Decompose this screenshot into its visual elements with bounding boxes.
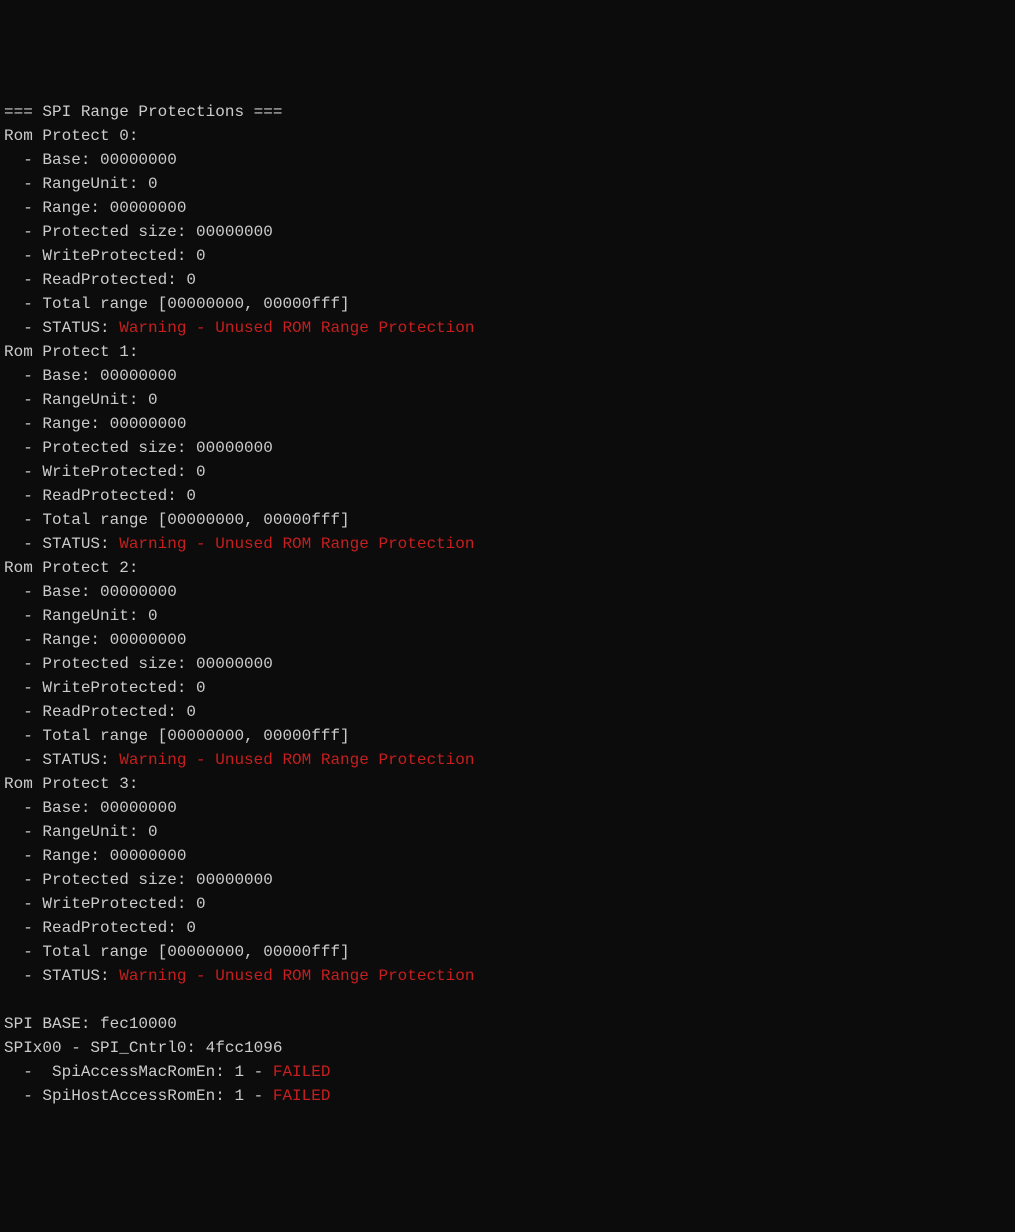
rom-protect-range-0: - Range: 00000000 <box>4 196 1011 220</box>
status-failed: FAILED <box>273 1063 331 1081</box>
rom-protect-title-0: Rom Protect 0: <box>4 124 1011 148</box>
spi-cntrl0: SPIx00 - SPI_Cntrl0: 4fcc1096 <box>4 1036 1011 1060</box>
rom-protect-range-2: - Range: 00000000 <box>4 628 1011 652</box>
status-warning: Warning - Unused ROM Range Protection <box>119 535 474 553</box>
rom-protect-rangeunit-1: - RangeUnit: 0 <box>4 388 1011 412</box>
rom-protect-rangeunit-3: - RangeUnit: 0 <box>4 820 1011 844</box>
rom-protect-totalrange-1: - Total range [00000000, 00000fff] <box>4 508 1011 532</box>
rom-protect-protectedsize-3: - Protected size: 00000000 <box>4 868 1011 892</box>
rom-protect-range-3: - Range: 00000000 <box>4 844 1011 868</box>
rom-protect-writeprotected-3: - WriteProtected: 0 <box>4 892 1011 916</box>
rom-protect-writeprotected-1: - WriteProtected: 0 <box>4 460 1011 484</box>
rom-protect-base-0: - Base: 00000000 <box>4 148 1011 172</box>
status-warning: Warning - Unused ROM Range Protection <box>119 751 474 769</box>
rom-protect-base-2: - Base: 00000000 <box>4 580 1011 604</box>
rom-protect-totalrange-0: - Total range [00000000, 00000fff] <box>4 292 1011 316</box>
rom-protect-readprotected-3: - ReadProtected: 0 <box>4 916 1011 940</box>
rom-protect-protectedsize-1: - Protected size: 00000000 <box>4 436 1011 460</box>
rom-protect-writeprotected-2: - WriteProtected: 0 <box>4 676 1011 700</box>
rom-protect-protectedsize-0: - Protected size: 00000000 <box>4 220 1011 244</box>
rom-protect-base-1: - Base: 00000000 <box>4 364 1011 388</box>
rom-protect-status-1: - STATUS: Warning - Unused ROM Range Pro… <box>4 532 1011 556</box>
rom-protect-writeprotected-0: - WriteProtected: 0 <box>4 244 1011 268</box>
rom-protect-title-1: Rom Protect 1: <box>4 340 1011 364</box>
rom-protect-rangeunit-0: - RangeUnit: 0 <box>4 172 1011 196</box>
rom-protect-range-1: - Range: 00000000 <box>4 412 1011 436</box>
rom-protect-totalrange-2: - Total range [00000000, 00000fff] <box>4 724 1011 748</box>
rom-protect-status-2: - STATUS: Warning - Unused ROM Range Pro… <box>4 748 1011 772</box>
rom-protect-rangeunit-2: - RangeUnit: 0 <box>4 604 1011 628</box>
spi-access-mac-rom-en: - SpiAccessMacRomEn: 1 - FAILED <box>4 1060 1011 1084</box>
rom-protect-readprotected-1: - ReadProtected: 0 <box>4 484 1011 508</box>
blank-line <box>4 988 1011 1012</box>
rom-protect-title-3: Rom Protect 3: <box>4 772 1011 796</box>
rom-protect-readprotected-2: - ReadProtected: 0 <box>4 700 1011 724</box>
terminal-output: === SPI Range Protections ===Rom Protect… <box>4 100 1011 1108</box>
rom-protect-status-3: - STATUS: Warning - Unused ROM Range Pro… <box>4 964 1011 988</box>
section-header: === SPI Range Protections === <box>4 100 1011 124</box>
rom-protect-status-0: - STATUS: Warning - Unused ROM Range Pro… <box>4 316 1011 340</box>
spi-host-access-rom-en: - SpiHostAccessRomEn: 1 - FAILED <box>4 1084 1011 1108</box>
rom-protect-protectedsize-2: - Protected size: 00000000 <box>4 652 1011 676</box>
spi-base: SPI BASE: fec10000 <box>4 1012 1011 1036</box>
rom-protect-base-3: - Base: 00000000 <box>4 796 1011 820</box>
rom-protect-readprotected-0: - ReadProtected: 0 <box>4 268 1011 292</box>
status-failed: FAILED <box>273 1087 331 1105</box>
rom-protect-title-2: Rom Protect 2: <box>4 556 1011 580</box>
status-warning: Warning - Unused ROM Range Protection <box>119 967 474 985</box>
rom-protect-totalrange-3: - Total range [00000000, 00000fff] <box>4 940 1011 964</box>
status-warning: Warning - Unused ROM Range Protection <box>119 319 474 337</box>
